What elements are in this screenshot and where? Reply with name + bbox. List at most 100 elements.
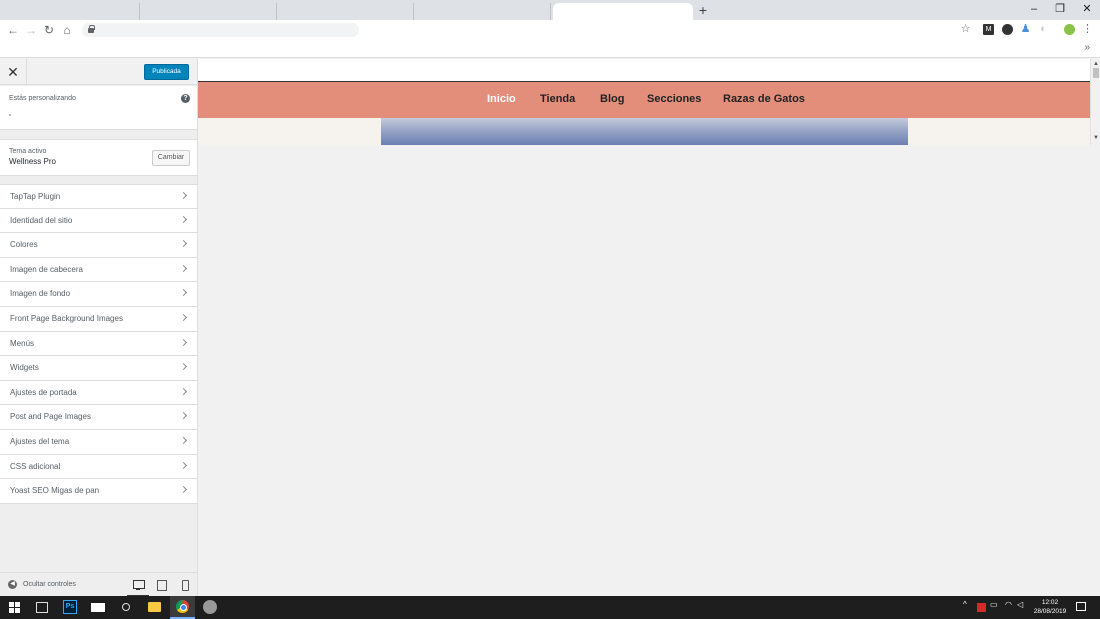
menu-item-label: Menús — [10, 338, 35, 348]
menu-item-colors[interactable]: Colores — [0, 233, 197, 258]
chrome-taskbar-icon[interactable] — [170, 596, 195, 619]
screen: + – ❐ ✕ ← → ↻ ⌂ ☆ M ♟ ◐ ⋮ » ✕ Publicada … — [0, 0, 1100, 619]
browser-tab-strip: + – ❐ ✕ — [0, 0, 1100, 20]
nav-link-inicio[interactable]: Inicio — [487, 93, 516, 105]
menu-item-menus[interactable]: Menús — [0, 331, 197, 357]
menu-item-background-image[interactable]: Imagen de fondo — [0, 282, 197, 307]
extension-m-icon[interactable]: M — [983, 24, 994, 35]
clock-date: 28/08/2019 — [1033, 608, 1067, 615]
cortana-icon[interactable] — [122, 603, 130, 611]
tray-expand-icon[interactable]: ^ — [963, 600, 967, 609]
chevron-right-icon — [179, 363, 188, 371]
customizer-footer: ◀ Ocultar controles — [0, 572, 197, 597]
customizer-panel: ✕ Publicada Estás personalizando ? Tema … — [0, 59, 198, 597]
extension-dark-icon[interactable] — [1002, 24, 1013, 35]
browser-menu-icon[interactable]: ⋮ — [1082, 24, 1093, 35]
customizer-menu: TapTap Plugin Identidad del sitio Colore… — [0, 184, 197, 504]
browser-tab[interactable] — [415, 3, 551, 20]
menu-item-label: Ajustes del tema — [10, 436, 70, 446]
nav-link-razas-de-gatos[interactable]: Razas de Gatos — [723, 93, 805, 105]
mobile-preview-icon[interactable] — [181, 579, 191, 591]
menu-item-label: Colores — [10, 240, 38, 250]
nav-link-tienda[interactable]: Tienda — [540, 93, 575, 105]
browser-tab[interactable] — [141, 3, 277, 20]
minimize-icon[interactable]: – — [1026, 2, 1042, 16]
customizing-label: Estás personalizando — [9, 95, 76, 102]
tray-app-icon[interactable] — [977, 603, 986, 612]
photoshop-icon[interactable]: Ps — [63, 600, 77, 614]
browser-tab[interactable] — [278, 3, 414, 20]
address-bar[interactable] — [82, 23, 359, 37]
chevron-right-icon — [179, 412, 188, 420]
help-icon[interactable]: ? — [181, 94, 190, 103]
clock-time: 12:02 — [1041, 599, 1059, 606]
menu-item-label: Widgets — [10, 363, 39, 373]
menu-item-label: CSS adicional — [10, 461, 61, 471]
scroll-up-icon[interactable]: ▲ — [1093, 61, 1099, 67]
battery-icon[interactable]: ▭ — [990, 600, 998, 609]
chrome-icon — [176, 600, 189, 613]
browser-tab[interactable] — [4, 3, 140, 20]
bookmarks-more-icon[interactable]: » — [1084, 42, 1090, 53]
task-view-icon[interactable] — [36, 602, 48, 613]
menu-item-additional-css[interactable]: CSS adicional — [0, 454, 197, 480]
notifications-icon[interactable] — [1076, 602, 1086, 611]
mail-icon[interactable] — [91, 603, 105, 612]
menu-item-taptap-plugin[interactable]: TapTap Plugin — [0, 184, 197, 209]
menu-item-homepage-settings[interactable]: Ajustes de portada — [0, 380, 197, 406]
close-customizer-icon[interactable]: ✕ — [0, 59, 27, 85]
menu-item-yoast-breadcrumbs[interactable]: Yoast SEO Migas de pan — [0, 479, 197, 504]
customizing-info: Estás personalizando ? — [0, 86, 197, 130]
browser-tab-active[interactable] — [553, 3, 693, 20]
menu-item-label: Identidad del sitio — [10, 215, 73, 225]
site-preview: Inicio Tienda Blog Secciones Razas de Ga… — [198, 59, 1100, 596]
app-icon[interactable] — [203, 600, 217, 614]
active-theme-section: Tema activo Wellness Pro Cambiar — [0, 139, 197, 176]
chevron-right-icon — [179, 436, 188, 444]
preview-scrollbar[interactable]: ▲ ▼ — [1090, 59, 1100, 145]
restore-icon[interactable]: ❐ — [1052, 2, 1068, 16]
scroll-down-icon[interactable]: ▼ — [1093, 135, 1099, 141]
chevron-right-icon — [179, 240, 188, 248]
system-clock[interactable]: 12:02 28/08/2019 — [1033, 598, 1067, 616]
menu-item-label: Imagen de cabecera — [10, 264, 83, 274]
new-tab-icon[interactable]: + — [696, 2, 710, 18]
change-theme-button[interactable]: Cambiar — [152, 150, 190, 166]
hide-controls-label[interactable]: Ocultar controles — [23, 581, 76, 588]
back-icon[interactable]: ← — [6, 22, 20, 38]
menu-item-front-page-background-images[interactable]: Front Page Background Images — [0, 306, 197, 332]
extension-grey-icon[interactable]: ◐ — [1038, 24, 1049, 35]
menu-item-post-and-page-images[interactable]: Post and Page Images — [0, 405, 197, 430]
home-icon[interactable]: ⌂ — [60, 22, 74, 38]
windows-start-icon[interactable] — [9, 602, 20, 613]
forward-icon[interactable]: → — [24, 22, 38, 38]
publish-button[interactable]: Publicada — [144, 64, 189, 80]
nav-link-blog[interactable]: Blog — [600, 93, 624, 105]
volume-icon[interactable]: ◁ — [1017, 600, 1023, 609]
menu-item-widgets[interactable]: Widgets — [0, 356, 197, 381]
chevron-right-icon — [179, 387, 188, 395]
browser-toolbar: ← → ↻ ⌂ ☆ M ♟ ◐ ⋮ — [0, 20, 1100, 40]
menu-item-label: Imagen de fondo — [10, 289, 71, 299]
menu-item-site-identity[interactable]: Identidad del sitio — [0, 208, 197, 234]
extension-person-icon[interactable]: ♟ — [1020, 24, 1031, 35]
scroll-thumb[interactable] — [1093, 68, 1099, 78]
site-title-placeholder — [9, 114, 11, 116]
desktop-preview-icon[interactable] — [133, 579, 145, 590]
close-window-icon[interactable]: ✕ — [1079, 2, 1095, 16]
bookmark-star-icon[interactable]: ☆ — [960, 24, 971, 35]
nav-link-secciones[interactable]: Secciones — [647, 93, 701, 105]
hide-controls-icon[interactable]: ◀ — [8, 580, 17, 589]
profile-avatar-icon[interactable] — [1064, 24, 1075, 35]
tablet-preview-icon[interactable] — [157, 579, 167, 591]
reload-icon[interactable]: ↻ — [42, 22, 56, 38]
preview-frame: Inicio Tienda Blog Secciones Razas de Ga… — [198, 59, 1090, 145]
chevron-right-icon — [179, 338, 188, 346]
chevron-right-icon — [179, 289, 188, 297]
menu-item-header-image[interactable]: Imagen de cabecera — [0, 257, 197, 283]
menu-item-theme-settings[interactable]: Ajustes del tema — [0, 429, 197, 455]
hero-sky-image — [381, 118, 908, 145]
file-explorer-icon[interactable] — [148, 602, 161, 612]
chevron-right-icon — [179, 215, 188, 223]
wifi-icon[interactable]: ◠ — [1005, 600, 1012, 609]
